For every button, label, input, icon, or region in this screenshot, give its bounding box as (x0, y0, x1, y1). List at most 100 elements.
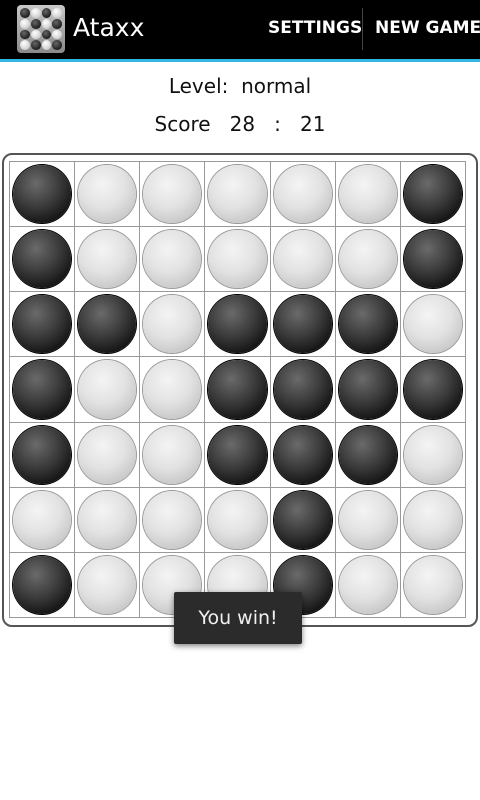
white-piece[interactable] (208, 230, 267, 289)
board-cell[interactable] (335, 552, 401, 618)
black-piece[interactable] (13, 555, 72, 614)
board-cell[interactable] (335, 357, 401, 423)
board-cell[interactable] (205, 357, 271, 423)
board-cell[interactable] (270, 357, 336, 423)
white-piece[interactable] (78, 360, 137, 419)
board-cell[interactable] (140, 292, 206, 358)
white-piece[interactable] (338, 490, 397, 549)
white-piece[interactable] (403, 295, 462, 354)
white-piece[interactable] (78, 425, 137, 484)
black-piece[interactable] (403, 360, 462, 419)
board-cell[interactable] (400, 552, 466, 618)
white-piece[interactable] (208, 165, 267, 224)
board-cell[interactable] (205, 292, 271, 358)
board-cell[interactable] (75, 292, 141, 358)
white-piece[interactable] (338, 230, 397, 289)
board-cell[interactable] (335, 227, 401, 293)
board-cell[interactable] (400, 422, 466, 488)
white-piece[interactable] (78, 230, 137, 289)
board-cell[interactable] (270, 487, 336, 553)
board-cell[interactable] (75, 552, 141, 618)
board-cell[interactable] (400, 487, 466, 553)
toast-message: You win! (174, 592, 302, 644)
black-piece[interactable] (13, 425, 72, 484)
board-cell[interactable] (140, 227, 206, 293)
white-piece[interactable] (403, 555, 462, 614)
new-game-button[interactable]: NEW GAME (375, 0, 480, 59)
board-cell[interactable] (75, 162, 141, 228)
board-cell[interactable] (205, 227, 271, 293)
black-piece[interactable] (338, 360, 397, 419)
board-cell[interactable] (140, 422, 206, 488)
white-piece[interactable] (143, 425, 202, 484)
board-cell[interactable] (10, 162, 76, 228)
board-cell[interactable] (75, 357, 141, 423)
white-piece[interactable] (208, 490, 267, 549)
board-cell[interactable] (10, 357, 76, 423)
board-cell[interactable] (400, 162, 466, 228)
board-cell[interactable] (335, 422, 401, 488)
black-piece[interactable] (78, 295, 137, 354)
black-piece[interactable] (13, 360, 72, 419)
board-cell[interactable] (270, 292, 336, 358)
board-cell[interactable] (400, 292, 466, 358)
board-cell[interactable] (10, 487, 76, 553)
board-cell[interactable] (140, 162, 206, 228)
white-piece[interactable] (403, 425, 462, 484)
black-piece[interactable] (273, 490, 332, 549)
black-piece[interactable] (338, 425, 397, 484)
black-piece[interactable] (273, 425, 332, 484)
board-cell[interactable] (75, 422, 141, 488)
board-cell[interactable] (205, 162, 271, 228)
white-piece[interactable] (403, 490, 462, 549)
black-piece[interactable] (13, 230, 72, 289)
white-piece[interactable] (338, 165, 397, 224)
white-piece[interactable] (143, 230, 202, 289)
black-piece[interactable] (273, 295, 332, 354)
black-piece[interactable] (208, 425, 267, 484)
board-cell[interactable] (10, 552, 76, 618)
black-piece[interactable] (208, 360, 267, 419)
board-cell[interactable] (335, 162, 401, 228)
board-cell[interactable] (335, 487, 401, 553)
board-cell[interactable] (270, 227, 336, 293)
board-cell[interactable] (270, 422, 336, 488)
board-cell[interactable] (75, 227, 141, 293)
ataxx-board-icon (17, 5, 65, 53)
black-piece[interactable] (403, 165, 462, 224)
action-bar: Ataxx SETTINGS NEW GAME (0, 0, 480, 62)
black-piece[interactable] (338, 295, 397, 354)
score-player: 28 (229, 112, 256, 136)
white-piece[interactable] (78, 555, 137, 614)
white-piece[interactable] (273, 165, 332, 224)
black-piece[interactable] (403, 230, 462, 289)
board-cell[interactable] (140, 487, 206, 553)
board-cell[interactable] (205, 422, 271, 488)
board-cell[interactable] (400, 227, 466, 293)
white-piece[interactable] (78, 490, 137, 549)
board-cell[interactable] (140, 357, 206, 423)
score-separator: : (274, 112, 281, 136)
board-cell[interactable] (205, 487, 271, 553)
white-piece[interactable] (143, 360, 202, 419)
board-cell[interactable] (270, 162, 336, 228)
settings-button[interactable]: SETTINGS (268, 0, 362, 59)
board-cell[interactable] (10, 292, 76, 358)
white-piece[interactable] (78, 165, 137, 224)
white-piece[interactable] (143, 490, 202, 549)
black-piece[interactable] (273, 360, 332, 419)
white-piece[interactable] (338, 555, 397, 614)
board-cell[interactable] (335, 292, 401, 358)
white-piece[interactable] (13, 490, 72, 549)
white-piece[interactable] (273, 230, 332, 289)
white-piece[interactable] (143, 165, 202, 224)
board-cell[interactable] (10, 227, 76, 293)
black-piece[interactable] (13, 165, 72, 224)
board-cell[interactable] (75, 487, 141, 553)
board-cell[interactable] (400, 357, 466, 423)
black-piece[interactable] (13, 295, 72, 354)
white-piece[interactable] (143, 295, 202, 354)
board-cell[interactable] (10, 422, 76, 488)
black-piece[interactable] (208, 295, 267, 354)
action-divider (362, 8, 363, 50)
